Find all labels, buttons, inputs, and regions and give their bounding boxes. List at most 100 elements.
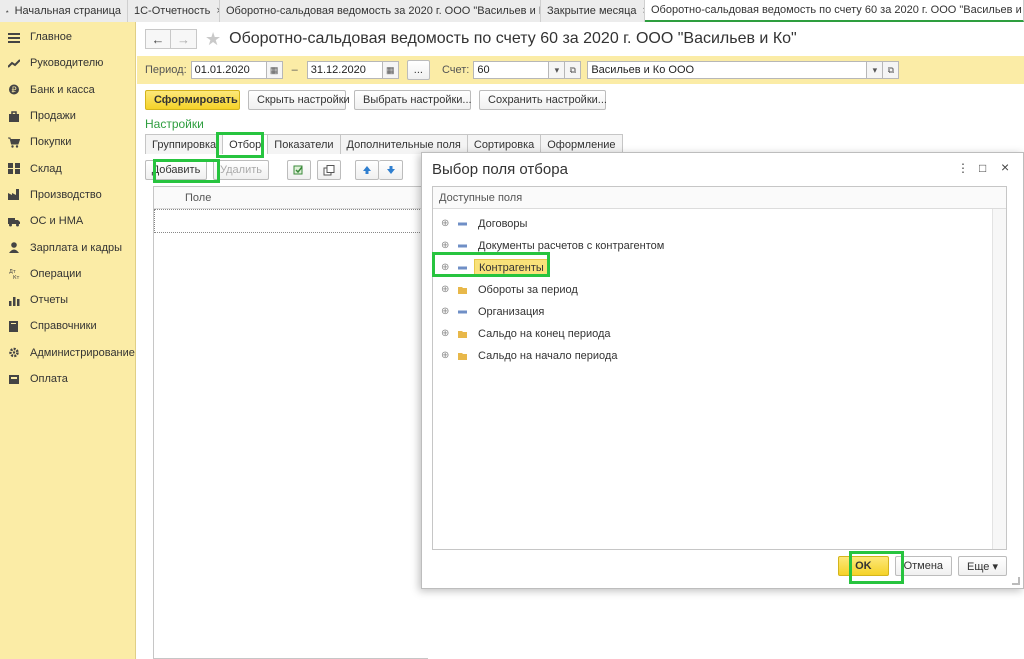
sidebar-item-bank[interactable]: ₽ Банк и касса	[0, 77, 135, 103]
move-down-icon[interactable]	[379, 160, 403, 180]
report-header: ← → ★ Оборотно-сальдовая ведомость по сч…	[145, 28, 797, 50]
table-row[interactable]	[154, 209, 428, 233]
top-tab-bar: Начальная страница 1С-Отчетность × Оборо…	[0, 0, 1024, 22]
folder-icon	[458, 286, 468, 294]
save-settings-button[interactable]: Сохранить настройки...	[479, 90, 607, 110]
gear-icon	[8, 347, 20, 358]
filter-grid: Поле	[153, 186, 428, 659]
sidebar-item-salary[interactable]: Зарплата и кадры	[0, 234, 135, 260]
open-icon[interactable]: ⧉	[565, 61, 582, 79]
expand-icon[interactable]: ⊕	[441, 329, 449, 339]
ok-button[interactable]: OK	[838, 556, 889, 576]
expand-icon[interactable]: ⊕	[441, 241, 449, 251]
folder-icon	[458, 352, 468, 360]
add-button[interactable]: Добавить	[145, 160, 207, 180]
tree-item-counterparties[interactable]: ⊕ Контрагенты	[433, 257, 1006, 279]
expand-icon[interactable]: ⊕	[441, 263, 449, 273]
sidebar-item-purchases[interactable]: Покупки	[0, 129, 135, 155]
sidebar-item-payment[interactable]: Оплата	[0, 366, 135, 392]
delete-button[interactable]: Удалить	[213, 160, 269, 180]
bag-icon	[8, 110, 20, 122]
tree-item-label: Организация	[478, 306, 545, 318]
tree-item-settlement-docs[interactable]: ⊕ Документы расчетов с контрагентом	[433, 235, 1006, 257]
sidebar-item-fixed-assets[interactable]: ОС и НМА	[0, 208, 135, 234]
dropdown-icon[interactable]: ▾	[549, 61, 566, 79]
check-all-icon[interactable]	[287, 160, 311, 180]
tab-additional-fields[interactable]: Дополнительные поля	[339, 134, 468, 154]
tab-formatting[interactable]: Оформление	[540, 134, 623, 154]
report-icon	[8, 295, 20, 306]
tab-sorting[interactable]: Сортировка	[466, 134, 542, 154]
tab-indicators[interactable]: Показатели	[267, 134, 341, 154]
tab-label: 1С-Отчетность	[134, 5, 211, 17]
book-icon	[8, 320, 20, 332]
cancel-button[interactable]: Отмена	[894, 556, 953, 576]
move-up-icon[interactable]	[355, 160, 379, 180]
forward-button[interactable]: →	[171, 29, 197, 49]
open-icon[interactable]: ⧉	[883, 61, 900, 79]
dropdown-icon[interactable]: ▾	[867, 61, 884, 79]
tab-reporting[interactable]: 1С-Отчетность ×	[128, 0, 220, 22]
tree-item-organization[interactable]: ⊕ Организация	[433, 301, 1006, 323]
close-icon[interactable]: ×	[1001, 159, 1009, 175]
sidebar-item-reports[interactable]: Отчеты	[0, 287, 135, 313]
tree-item-opening-balance[interactable]: ⊕ Сальдо на начало периода	[433, 345, 1006, 367]
star-icon[interactable]: ★	[205, 30, 221, 48]
sidebar-item-main[interactable]: Главное	[0, 24, 135, 50]
tree-header: Доступные поля	[433, 187, 1006, 209]
calendar-icon[interactable]: ▦	[266, 61, 283, 79]
expand-icon[interactable]: ⊕	[441, 351, 449, 361]
report-parameters: Период: 01.01.2020 ▦ – 31.12.2020 ▦ ... …	[137, 56, 1024, 84]
sidebar-item-warehouse[interactable]: Склад	[0, 155, 135, 181]
tab-filter[interactable]: Отбор	[222, 134, 269, 154]
sidebar-item-sales[interactable]: Продажи	[0, 103, 135, 129]
filter-field-dialog: Выбор поля отбора ⋮ □ × Доступные поля ⊕…	[421, 152, 1024, 589]
sidebar-item-label: Руководителю	[30, 57, 104, 70]
tree-item-turnover[interactable]: ⊕ Обороты за период	[433, 279, 1006, 301]
calendar-icon[interactable]: ▦	[382, 61, 399, 79]
sidebar: Главное Руководителю ₽ Банк и касса Прод…	[0, 22, 136, 659]
tree-item-label: Сальдо на начало периода	[478, 350, 618, 362]
sidebar-item-admin[interactable]: Администрирование	[0, 340, 135, 366]
sidebar-item-production[interactable]: Производство	[0, 182, 135, 208]
tab-grouping[interactable]: Группировка	[145, 134, 224, 154]
tab-osv-2020[interactable]: Оборотно-сальдовая ведомость за 2020 г. …	[220, 0, 541, 22]
period-select-button[interactable]: ...	[406, 60, 430, 80]
copy-icon[interactable]	[317, 160, 341, 180]
account-label: Счет:	[441, 64, 470, 76]
tree-item-contracts[interactable]: ⊕ Договоры	[433, 213, 1006, 235]
tab-osv-account-60[interactable]: Оборотно-сальдовая ведомость по счету 60…	[645, 0, 1024, 22]
sidebar-item-label: Продажи	[30, 110, 76, 123]
person-icon	[8, 242, 20, 254]
date-to-field[interactable]: 31.12.2020	[306, 61, 383, 79]
field-icon	[458, 242, 468, 250]
organization-field[interactable]: Васильев и Ко ООО	[587, 61, 868, 79]
tree-scrollbar[interactable]	[992, 209, 1006, 549]
resize-handle[interactable]	[1012, 577, 1020, 585]
sidebar-item-manager[interactable]: Руководителю	[0, 50, 135, 76]
sidebar-item-catalogs[interactable]: Справочники	[0, 313, 135, 339]
choose-settings-button[interactable]: Выбрать настройки...	[354, 90, 472, 110]
sidebar-item-operations[interactable]: Дт Кт Операции	[0, 261, 135, 287]
settings-tabs: Группировка Отбор Показатели Дополнитель…	[145, 134, 623, 154]
sidebar-item-label: Банк и касса	[30, 83, 95, 96]
expand-icon[interactable]: ⊕	[441, 219, 449, 229]
generate-button[interactable]: Сформировать	[145, 90, 240, 110]
date-from-field[interactable]: 01.01.2020	[190, 61, 267, 79]
maximize-icon[interactable]: □	[979, 161, 986, 175]
tab-home[interactable]: Начальная страница	[0, 0, 128, 22]
more-icon[interactable]: ⋮	[957, 161, 969, 175]
account-field[interactable]: 60	[473, 61, 550, 79]
tree-item-closing-balance[interactable]: ⊕ Сальдо на конец периода	[433, 323, 1006, 345]
home-icon	[6, 9, 9, 13]
sidebar-item-label: Администрирование	[30, 346, 135, 359]
back-button[interactable]: ←	[145, 29, 171, 49]
expand-icon[interactable]: ⊕	[441, 285, 449, 295]
svg-text:₽: ₽	[11, 86, 16, 95]
tab-month-close[interactable]: Закрытие месяца ×	[541, 0, 645, 22]
more-button[interactable]: Еще ▾	[958, 556, 1007, 576]
hide-settings-button[interactable]: Скрыть настройки	[248, 90, 350, 110]
expand-icon[interactable]: ⊕	[441, 307, 449, 317]
factory-icon	[8, 189, 20, 201]
sidebar-item-label: Покупки	[30, 136, 72, 149]
